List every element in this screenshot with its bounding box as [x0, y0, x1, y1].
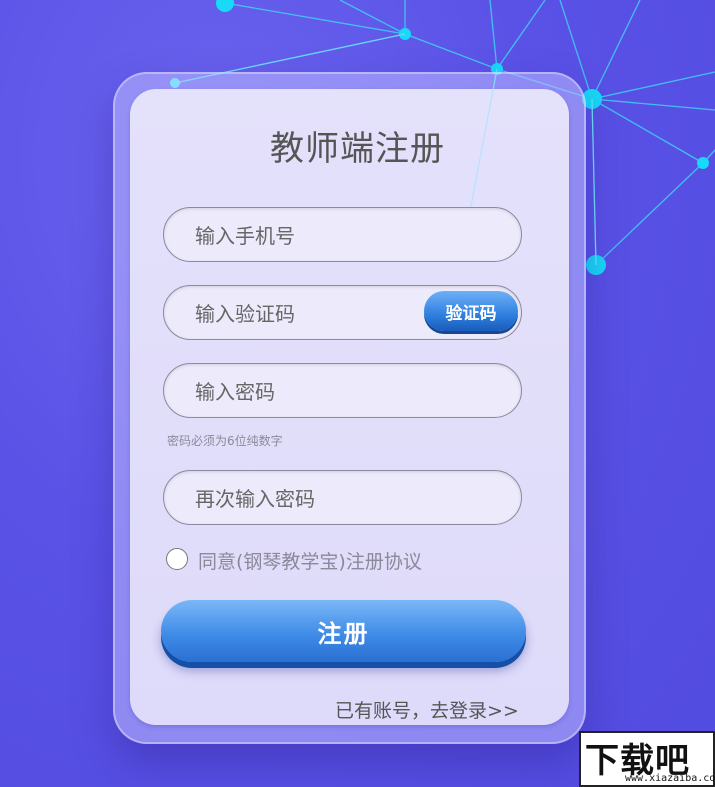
watermark-logo: 下载吧 www.xiazaiba.com — [579, 731, 715, 787]
page-title: 教师端注册 — [270, 129, 445, 169]
code-input[interactable] — [193, 286, 447, 341]
phone-field[interactable] — [163, 207, 522, 263]
get-code-button[interactable]: 验证码 — [424, 291, 518, 331]
phone-input[interactable] — [193, 208, 447, 263]
agreement-text[interactable]: 同意(钢琴教学宝)注册协议 — [198, 547, 422, 574]
password-hint: 密码必须为6位纯数字 — [167, 434, 283, 448]
watermark-url: www.xiazaiba.com — [625, 773, 715, 784]
go-login-link[interactable]: 已有账号，去登录>> — [335, 696, 519, 723]
password-field[interactable] — [163, 363, 522, 419]
agreement-radio[interactable] — [166, 548, 188, 570]
confirm-password-input[interactable] — [193, 471, 447, 526]
confirm-password-field[interactable] — [163, 470, 522, 526]
password-input[interactable] — [193, 364, 447, 419]
register-button[interactable]: 注册 — [161, 600, 526, 662]
